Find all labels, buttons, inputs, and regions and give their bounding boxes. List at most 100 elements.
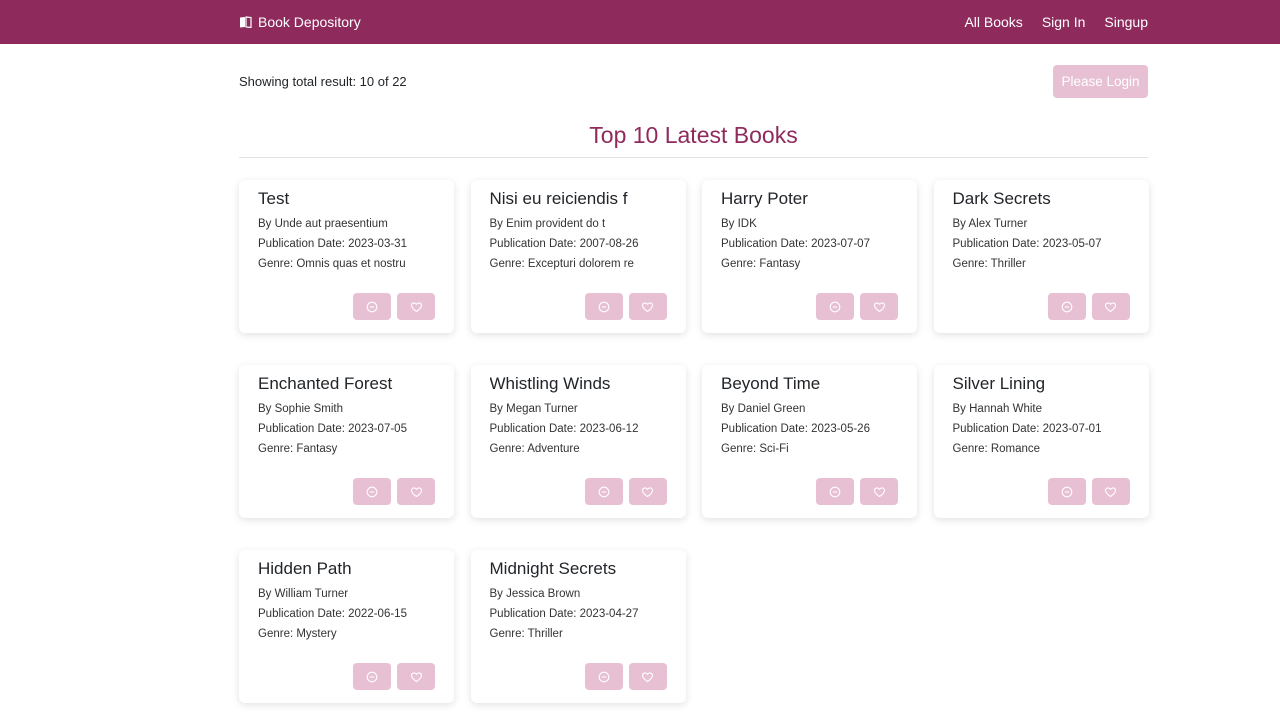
card-actions (1047, 293, 1130, 320)
book-card: Hidden Path By William Turner Publication … (239, 550, 454, 703)
book-author: By Unde aut praesentium (258, 218, 388, 230)
heart-icon (873, 486, 886, 498)
remove-button[interactable] (353, 293, 391, 320)
book-genre: Genre: Excepturi dolorem re (489, 258, 634, 270)
section-title: Top 10 Latest Books (589, 122, 798, 148)
book-card: Test By Unde aut praesentium Publication D… (239, 180, 454, 333)
book-author: By William Turner (258, 588, 349, 600)
book-publication-date: Publication Date: 2023-05-26 (721, 423, 870, 435)
divider (239, 157, 1148, 158)
remove-button[interactable] (1047, 478, 1086, 505)
book-publication-date: Publication Date: 2007-08-26 (489, 238, 639, 250)
card-actions (353, 663, 435, 690)
heart-icon (410, 671, 423, 683)
book-author: By Alex Turner (952, 218, 1028, 230)
card-actions (816, 478, 898, 505)
remove-button[interactable] (584, 293, 623, 320)
favorite-button[interactable] (397, 293, 435, 320)
book-author: By Enim provident do t (489, 218, 606, 230)
book-author: By Megan Turner (489, 403, 578, 415)
book-genre: Genre: Thriller (952, 258, 1026, 270)
navbar: Book Depository All Books Sign In Singup (0, 0, 1280, 44)
book-genre: Genre: Sci-Fi (721, 443, 789, 455)
card-actions (584, 293, 667, 320)
book-genre: Genre: Omnis quas et nostru (258, 258, 406, 270)
book-publication-date: Publication Date: 2023-06-12 (489, 423, 639, 435)
circle-dash-icon (366, 671, 378, 683)
favorite-button[interactable] (628, 478, 667, 505)
book-title: Test (258, 189, 290, 208)
book-grid: Test By Unde aut praesentium Publication D… (239, 180, 1149, 703)
book-card: Midnight Secrets By Jessica Brown Publicat… (470, 550, 686, 703)
remove-button[interactable] (584, 478, 623, 505)
circle-dash-icon (829, 301, 841, 313)
book-card: Whistling Winds By Megan Turner Publicatio… (470, 365, 686, 518)
book-author: By IDK (721, 218, 757, 230)
nav-signup[interactable]: Singup (1104, 14, 1148, 30)
remove-button[interactable] (1047, 293, 1086, 320)
book-publication-date: Publication Date: 2023-03-31 (258, 238, 407, 250)
card-actions (1047, 478, 1130, 505)
book-genre: Genre: Mystery (258, 628, 337, 640)
circle-dash-icon (366, 486, 378, 498)
book-title: Whistling Winds (489, 374, 611, 393)
book-publication-date: Publication Date: 2023-05-07 (952, 238, 1102, 250)
book-icon (239, 16, 252, 28)
circle-dash-icon (598, 301, 610, 313)
brand-link[interactable]: Book Depository (239, 0, 361, 44)
book-card: Silver Lining By Hannah White Publication … (933, 365, 1149, 518)
favorite-button[interactable] (628, 293, 667, 320)
heart-icon (873, 301, 886, 313)
card-actions (353, 293, 435, 320)
book-publication-date: Publication Date: 2023-04-27 (489, 608, 639, 620)
favorite-button[interactable] (397, 663, 435, 690)
remove-button[interactable] (816, 478, 854, 505)
nav-all-books[interactable]: All Books (964, 14, 1022, 30)
brand-label: Book Depository (258, 14, 361, 30)
book-title: Hidden Path (258, 559, 352, 578)
favorite-button[interactable] (628, 663, 667, 690)
result-count: Showing total result: 10 of 22 (239, 74, 407, 89)
book-title: Silver Lining (952, 374, 1046, 393)
remove-button[interactable] (353, 663, 391, 690)
favorite-button[interactable] (1091, 293, 1130, 320)
book-author: By Jessica Brown (489, 588, 581, 600)
favorite-button[interactable] (860, 478, 898, 505)
circle-dash-icon (1061, 301, 1073, 313)
book-genre: Genre: Fantasy (258, 443, 338, 455)
heart-icon (1104, 486, 1117, 498)
book-genre: Genre: Fantasy (721, 258, 801, 270)
book-title: Beyond Time (721, 374, 821, 393)
book-genre: Genre: Romance (952, 443, 1041, 455)
remove-button[interactable] (353, 478, 391, 505)
book-title: Nisi eu reiciendis f (489, 189, 628, 208)
book-card: Harry Poter By IDK Publication Date: 2023-… (702, 180, 917, 333)
nav-links: All Books Sign In Singup (964, 0, 1148, 44)
please-login-button[interactable]: Please Login (1053, 65, 1148, 98)
heart-icon (410, 301, 423, 313)
book-genre: Genre: Adventure (489, 443, 580, 455)
book-card: Dark Secrets By Alex Turner Publication Da… (933, 180, 1149, 333)
card-actions (353, 478, 435, 505)
book-card: Enchanted Forest By Sophie Smith Publicati… (239, 365, 454, 518)
heart-icon (641, 301, 654, 313)
book-title: Enchanted Forest (258, 374, 393, 393)
nav-sign-in[interactable]: Sign In (1042, 14, 1086, 30)
book-author: By Daniel Green (721, 403, 806, 415)
circle-dash-icon (829, 486, 841, 498)
card-actions (584, 663, 667, 690)
book-title: Dark Secrets (952, 189, 1051, 208)
remove-button[interactable] (816, 293, 854, 320)
remove-button[interactable] (584, 663, 623, 690)
card-actions (816, 293, 898, 320)
heart-icon (641, 486, 654, 498)
card-actions (584, 478, 667, 505)
book-genre: Genre: Thriller (489, 628, 563, 640)
favorite-button[interactable] (860, 293, 898, 320)
favorite-button[interactable] (1091, 478, 1130, 505)
book-title: Harry Poter (721, 189, 808, 208)
book-publication-date: Publication Date: 2023-07-05 (258, 423, 407, 435)
circle-dash-icon (1061, 486, 1073, 498)
favorite-button[interactable] (397, 478, 435, 505)
book-publication-date: Publication Date: 2022-06-15 (258, 608, 407, 620)
